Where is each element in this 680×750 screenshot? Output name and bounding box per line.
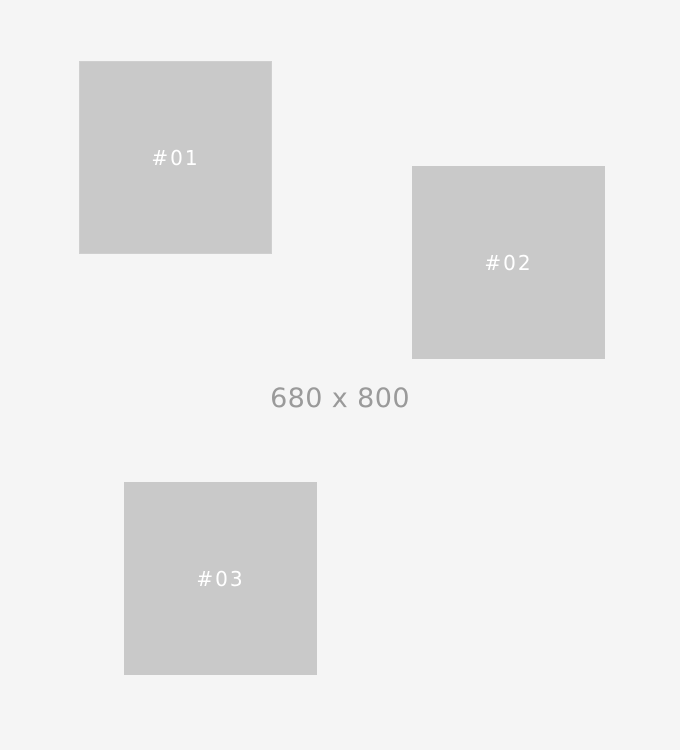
box-label-02: #02 (484, 250, 533, 275)
box-label-01: #01 (151, 145, 200, 170)
placeholder-box-01: #01 (79, 61, 272, 254)
placeholder-canvas: #01 #02 680 x 800 #03 (0, 0, 680, 750)
box-label-03: #03 (196, 566, 245, 591)
placeholder-box-03: #03 (124, 482, 317, 675)
dimension-label: 680 x 800 (270, 383, 410, 414)
placeholder-box-02: #02 (412, 166, 605, 359)
